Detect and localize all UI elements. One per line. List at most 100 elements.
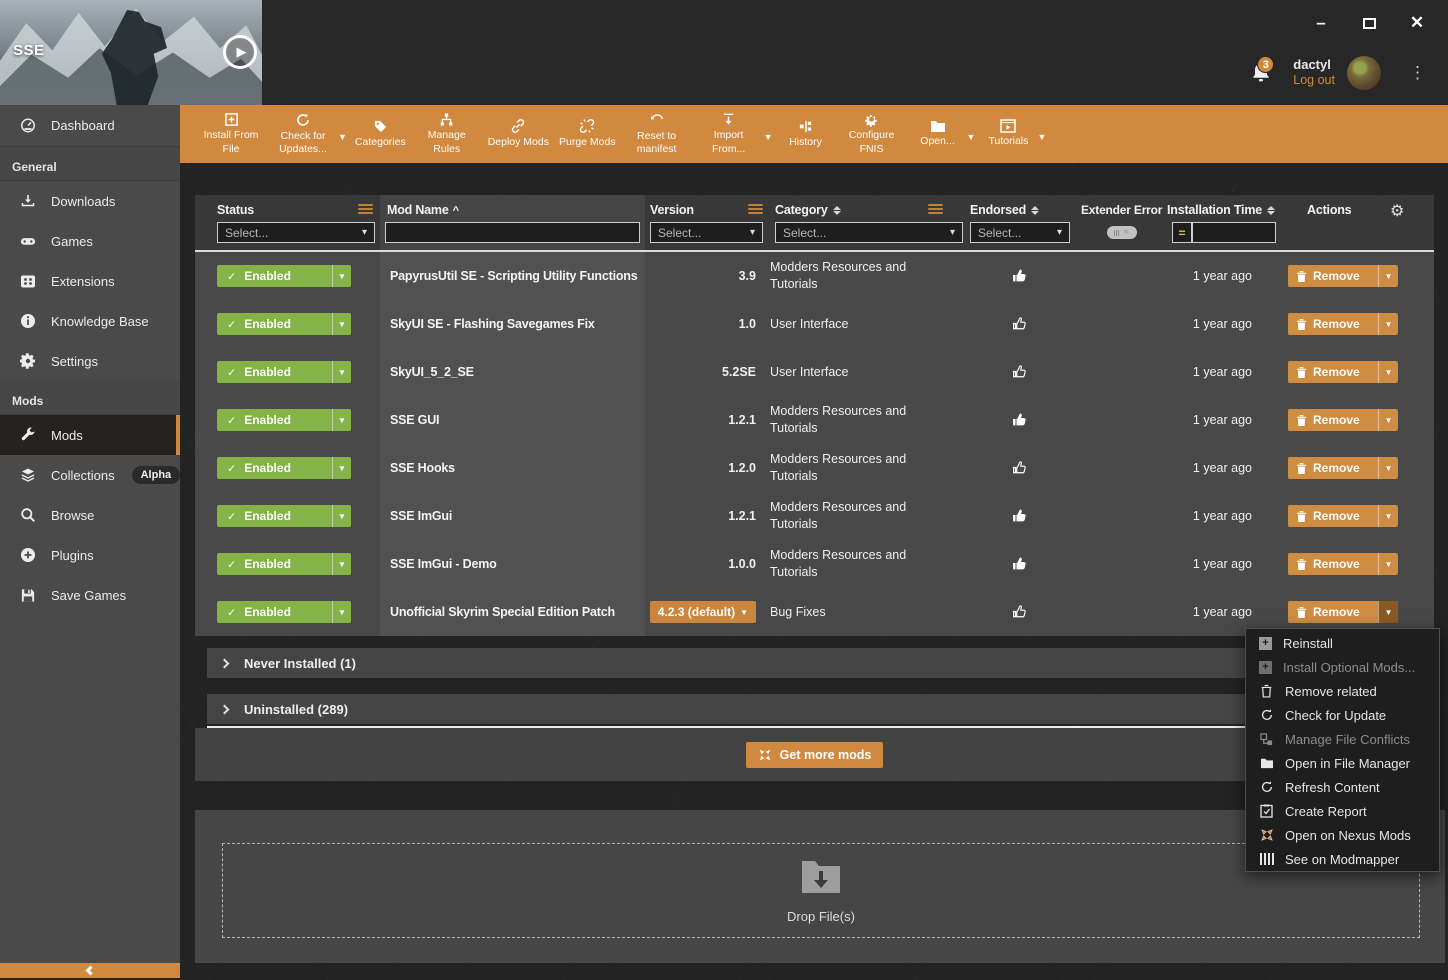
maximize-button[interactable] — [1356, 10, 1382, 36]
install-from-file-button[interactable]: Install From File — [196, 112, 266, 155]
menu-item-open-on-nexus-mods[interactable]: Open on Nexus Mods — [1246, 823, 1439, 847]
menu-item-check-for-update[interactable]: Check for Update — [1246, 703, 1439, 727]
remove-button[interactable]: Remove▼ — [1288, 409, 1398, 431]
endorse-button[interactable] — [965, 364, 1075, 381]
categories-button[interactable]: Categories — [351, 119, 410, 149]
table-row[interactable]: ✓Enabled▼ PapyrusUtil SE - Scripting Uti… — [195, 252, 1434, 300]
column-installation-time[interactable]: Installation Time — [1167, 203, 1275, 217]
sidebar-item-extensions[interactable]: Extensions — [0, 261, 180, 301]
menu-item-open-in-file-manager[interactable]: Open in File Manager — [1246, 751, 1439, 775]
caret-down-icon[interactable]: ▼ — [1378, 457, 1398, 479]
menu-item-create-report[interactable]: Create Report — [1246, 799, 1439, 823]
deploy-mods-button[interactable]: Deploy Mods — [484, 118, 553, 149]
status-filter-select[interactable]: Select... — [217, 222, 375, 243]
sidebar-item-downloads[interactable]: Downloads — [0, 181, 180, 221]
enable-toggle-button[interactable]: ✓Enabled▼ — [217, 361, 351, 383]
kebab-menu-icon[interactable]: ⋮ — [1409, 63, 1426, 83]
sidebar-item-plugins[interactable]: Plugins — [0, 535, 180, 575]
menu-item-manage-file-conflicts[interactable]: Manage File Conflicts — [1246, 727, 1439, 751]
menu-item-refresh-content[interactable]: Refresh Content — [1246, 775, 1439, 799]
menu-item-remove-related[interactable]: Remove related — [1246, 679, 1439, 703]
enable-toggle-button[interactable]: ✓Enabled▼ — [217, 505, 351, 527]
endorsed-filter-select[interactable]: Select... — [970, 222, 1070, 243]
play-icon[interactable]: ▶ — [223, 35, 257, 69]
sidebar-item-mods[interactable]: Mods — [0, 415, 180, 455]
manage-rules-button[interactable]: Manage Rules — [412, 112, 482, 155]
remove-button[interactable]: Remove▼ — [1288, 601, 1398, 623]
enable-toggle-button[interactable]: ✓Enabled▼ — [217, 409, 351, 431]
import-from-button[interactable]: Import From... ▼ — [694, 112, 775, 155]
remove-button[interactable]: Remove▼ — [1288, 505, 1398, 527]
category-column-menu-icon[interactable] — [928, 204, 943, 216]
menu-item-reinstall[interactable]: +Reinstall — [1246, 631, 1439, 655]
endorse-button[interactable] — [965, 508, 1075, 525]
table-row[interactable]: ✓Enabled▼ SkyUI_5_2_SE 5.2SE5.2SE▼ User … — [195, 348, 1434, 396]
sidebar-item-settings[interactable]: Settings — [0, 341, 180, 381]
sidebar-collapse-button[interactable] — [0, 963, 180, 978]
drop-files-zone[interactable]: Drop File(s) — [222, 843, 1420, 938]
table-row[interactable]: ✓Enabled▼ SSE ImGui - Demo 1.0.01.0.0▼ M… — [195, 540, 1434, 588]
sidebar-item-games[interactable]: Games — [0, 221, 180, 261]
enable-toggle-button[interactable]: ✓Enabled▼ — [217, 457, 351, 479]
caret-down-icon[interactable]: ▼ — [1378, 601, 1398, 623]
reset-to-manifest-button[interactable]: Reset to manifest — [622, 112, 692, 156]
column-mod-name[interactable]: Mod Name^ — [387, 203, 459, 217]
table-row[interactable]: ✓Enabled▼ SSE GUI 1.2.11.2.1▼ Modders Re… — [195, 396, 1434, 444]
game-banner[interactable]: SSE ▶ — [0, 0, 262, 105]
endorse-button[interactable] — [965, 316, 1075, 333]
time-filter-input[interactable] — [1192, 222, 1276, 243]
history-button[interactable]: History — [777, 119, 835, 149]
remove-button[interactable]: Remove▼ — [1288, 265, 1398, 287]
version-column-menu-icon[interactable] — [748, 204, 763, 216]
caret-down-icon[interactable]: ▼ — [1378, 313, 1398, 335]
purge-mods-button[interactable]: Purge Mods — [555, 118, 620, 149]
avatar[interactable] — [1347, 56, 1381, 90]
caret-down-icon[interactable]: ▼ — [1378, 409, 1398, 431]
get-more-mods-button[interactable]: Get more mods — [746, 742, 884, 768]
extender-error-filter-toggle[interactable]: ✕ — [1107, 226, 1137, 239]
mod-name-filter-input[interactable] — [385, 222, 640, 243]
open-button[interactable]: Open... ▼ — [909, 119, 978, 148]
remove-button[interactable]: Remove▼ — [1288, 313, 1398, 335]
remove-button[interactable]: Remove▼ — [1288, 457, 1398, 479]
table-row[interactable]: ✓Enabled▼ SSE Hooks 1.2.01.2.0▼ Modders … — [195, 444, 1434, 492]
endorse-button[interactable] — [965, 412, 1075, 429]
column-category[interactable]: Category — [775, 203, 841, 217]
enable-toggle-button[interactable]: ✓Enabled▼ — [217, 553, 351, 575]
close-button[interactable]: ✕ — [1404, 10, 1430, 36]
sidebar-item-dashboard[interactable]: Dashboard — [0, 105, 180, 147]
caret-down-icon[interactable]: ▼ — [1378, 361, 1398, 383]
tutorials-button[interactable]: Tutorials ▼ — [979, 119, 1048, 148]
caret-down-icon[interactable]: ▼ — [1378, 265, 1398, 287]
status-column-menu-icon[interactable] — [358, 204, 373, 216]
caret-down-icon[interactable]: ▼ — [1378, 505, 1398, 527]
configure-fnis-button[interactable]: Configure FNIS — [837, 112, 907, 155]
sidebar-item-browse[interactable]: Browse — [0, 495, 180, 535]
endorse-button[interactable] — [965, 268, 1075, 285]
version-dropdown[interactable]: 4.2.3 (default)▼ — [650, 601, 756, 623]
enable-toggle-button[interactable]: ✓Enabled▼ — [217, 601, 351, 623]
caret-down-icon[interactable]: ▼ — [1378, 553, 1398, 575]
sidebar-item-collections[interactable]: Collections Alpha — [0, 455, 180, 495]
category-filter-select[interactable]: Select... — [775, 222, 963, 243]
table-row[interactable]: ✓Enabled▼ SkyUI SE - Flashing Savegames … — [195, 300, 1434, 348]
enable-toggle-button[interactable]: ✓Enabled▼ — [217, 265, 351, 287]
notifications-bell-icon[interactable]: 3 — [1249, 58, 1279, 88]
remove-button[interactable]: Remove▼ — [1288, 361, 1398, 383]
menu-item-see-on-modmapper[interactable]: See on Modmapper — [1246, 847, 1439, 871]
endorse-button[interactable] — [965, 460, 1075, 477]
table-row[interactable]: ✓Enabled▼ SSE ImGui 1.2.11.2.1▼ Modders … — [195, 492, 1434, 540]
sidebar-item-save-games[interactable]: Save Games — [0, 575, 180, 615]
logout-link[interactable]: Log out — [1293, 73, 1335, 89]
version-filter-select[interactable]: Select... — [650, 222, 763, 243]
column-endorsed[interactable]: Endorsed — [970, 203, 1039, 217]
check-for-updates-button[interactable]: Check for Updates... ▼ — [268, 112, 349, 156]
sidebar-item-knowledge-base[interactable]: Knowledge Base — [0, 301, 180, 341]
endorse-button[interactable] — [965, 604, 1075, 621]
endorse-button[interactable] — [965, 556, 1075, 573]
enable-toggle-button[interactable]: ✓Enabled▼ — [217, 313, 351, 335]
remove-button[interactable]: Remove▼ — [1288, 553, 1398, 575]
table-settings-gear-icon[interactable]: ⚙ — [1390, 201, 1404, 221]
minimize-button[interactable]: – — [1308, 10, 1334, 36]
menu-item-install-optional-mods[interactable]: +Install Optional Mods... — [1246, 655, 1439, 679]
